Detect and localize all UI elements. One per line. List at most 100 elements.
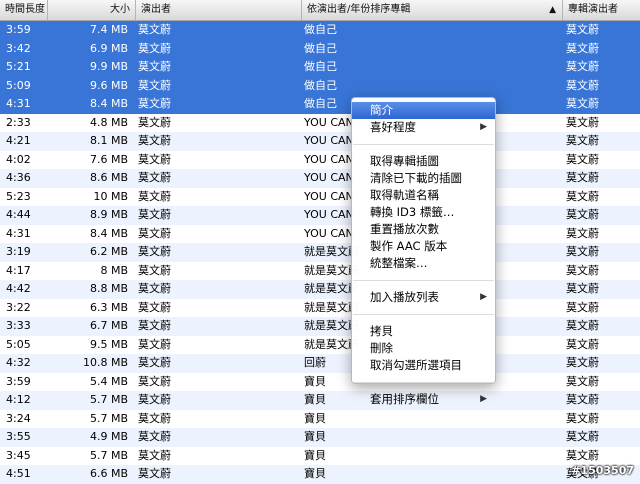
track-time: 4:51 xyxy=(6,467,31,480)
track-album: 做自己 xyxy=(304,41,337,55)
menu-item-label: 重置播放次數 xyxy=(370,222,439,236)
track-time: 4:31 xyxy=(6,226,31,240)
menu-item[interactable]: 取得專輯插圖 xyxy=(352,153,495,170)
column-header-size[interactable]: 大小 xyxy=(48,0,136,20)
track-album-artist: 莫文蔚 xyxy=(566,97,599,110)
menu-item-label: 取消勾選所選項目 xyxy=(370,358,462,372)
track-artist: 莫文蔚 xyxy=(138,134,171,147)
table-row[interactable]: 5:23 10 MB 莫文蔚 YOU CAN 莫文蔚 xyxy=(0,187,640,206)
table-row[interactable]: 4:36 8.6 MB 莫文蔚 YOU CAN 莫文蔚 xyxy=(0,169,640,188)
menu-item[interactable]: 取消勾選所選項目 xyxy=(352,357,495,374)
menu-item-label: 清除已下載的插圖 xyxy=(370,171,462,185)
track-artist: 莫文蔚 xyxy=(138,319,171,332)
track-size: 6.9 MB xyxy=(89,41,128,55)
menu-separator xyxy=(353,314,494,315)
column-header-album-artist[interactable]: 專輯演出者 xyxy=(563,0,640,20)
track-time: 3:45 xyxy=(6,448,31,462)
track-size: 7.4 MB xyxy=(89,23,128,36)
watermark: #1503507 xyxy=(571,464,634,477)
menu-item[interactable]: 製作 AAC 版本 xyxy=(352,238,495,255)
track-time: 5:09 xyxy=(6,78,31,92)
table-row[interactable]: 3:22 6.3 MB 莫文蔚 就是莫文蔚 莫文蔚 xyxy=(0,298,640,317)
table-row[interactable]: 3:55 4.9 MB 莫文蔚 寶貝 莫文蔚 xyxy=(0,428,640,447)
table-row[interactable]: 4:21 8.1 MB 莫文蔚 YOU CAN 莫文蔚 xyxy=(0,132,640,151)
table-row[interactable]: 3:33 6.7 MB 莫文蔚 就是莫文蔚 莫文蔚 xyxy=(0,317,640,336)
track-size: 5.7 MB xyxy=(89,448,128,462)
table-row[interactable]: 4:31 8.4 MB 莫文蔚 YOU CAN 莫文蔚 xyxy=(0,224,640,243)
track-size: 6.6 MB xyxy=(89,467,128,480)
table-row[interactable]: 3:59 7.4 MB 莫文蔚 做自己 莫文蔚 xyxy=(0,21,640,40)
menu-separator xyxy=(353,280,494,281)
menu-item[interactable]: 拷貝 xyxy=(352,323,495,340)
table-row[interactable]: 4:44 8.9 MB 莫文蔚 YOU CAN 莫文蔚 xyxy=(0,206,640,225)
column-header-time[interactable]: 時間長度 xyxy=(0,0,48,20)
table-row[interactable]: 4:17 8 MB 莫文蔚 就是莫文蔚 莫文蔚 xyxy=(0,261,640,280)
menu-item[interactable]: 重置播放次數 xyxy=(352,221,495,238)
menu-item-label: 取得專輯插圖 xyxy=(370,154,439,168)
column-header-bar: 時間長度 大小 演出者 依演出者/年份排序專輯 ▲ 專輯演出者 xyxy=(0,0,640,21)
table-row[interactable]: 4:02 7.6 MB 莫文蔚 YOU CAN 莫文蔚 xyxy=(0,150,640,169)
track-album-artist: 莫文蔚 xyxy=(566,319,599,332)
menu-item-label: 套用排序欄位 xyxy=(370,392,439,406)
table-row[interactable]: 3:42 6.9 MB 莫文蔚 做自己 莫文蔚 xyxy=(0,39,640,58)
track-artist: 莫文蔚 xyxy=(138,356,171,369)
table-row[interactable]: 4:12 5.7 MB 莫文蔚 寶貝 莫文蔚 xyxy=(0,391,640,410)
table-row[interactable]: 3:45 5.7 MB 莫文蔚 寶貝 莫文蔚 xyxy=(0,446,640,465)
track-time: 3:59 xyxy=(6,374,31,388)
submenu-arrow-icon: ▶ xyxy=(480,122,487,132)
track-artist: 莫文蔚 xyxy=(138,189,171,203)
track-time: 4:32 xyxy=(6,356,31,369)
track-album: 做自己 xyxy=(304,78,337,92)
table-row[interactable]: 4:51 6.6 MB 莫文蔚 寶貝 莫文蔚 xyxy=(0,465,640,484)
track-album-artist: 莫文蔚 xyxy=(566,263,599,277)
track-artist: 莫文蔚 xyxy=(138,60,171,73)
table-row[interactable]: 5:05 9.5 MB 莫文蔚 就是莫文蔚 莫文蔚 xyxy=(0,335,640,354)
table-row[interactable]: 2:33 4.8 MB 莫文蔚 YOU CAN 莫文蔚 xyxy=(0,113,640,132)
table-row[interactable]: 5:21 9.9 MB 莫文蔚 做自己 莫文蔚 xyxy=(0,58,640,77)
track-album-artist: 莫文蔚 xyxy=(566,23,599,36)
track-size: 4.8 MB xyxy=(89,115,128,129)
track-size: 8.9 MB xyxy=(89,208,128,221)
menu-item-label: 刪除 xyxy=(370,341,393,355)
column-header-artist[interactable]: 演出者 xyxy=(136,0,302,20)
track-list: 3:59 7.4 MB 莫文蔚 做自己 莫文蔚 3:42 6.9 MB 莫文蔚 做自己 莫文蔚 5:… xyxy=(0,21,640,484)
column-header-album-label: 依演出者/年份排序專輯 xyxy=(307,4,411,15)
table-row[interactable]: 4:32 10.8 MB 莫文蔚 回蔚 莫文蔚 xyxy=(0,354,640,373)
table-row[interactable]: 3:59 5.4 MB 莫文蔚 寶貝 莫文蔚 xyxy=(0,372,640,391)
menu-item[interactable]: 刪除 xyxy=(352,340,495,357)
track-artist: 莫文蔚 xyxy=(138,23,171,36)
menu-item[interactable]: 統整檔案… xyxy=(352,255,495,272)
track-time: 4:21 xyxy=(6,134,31,147)
menu-item[interactable]: 清除已下載的插圖 xyxy=(352,170,495,187)
track-album: 寶貝 xyxy=(304,467,326,480)
track-album: 做自己 xyxy=(304,60,337,73)
table-row[interactable]: 3:19 6.2 MB 莫文蔚 就是莫文蔚 莫文蔚 xyxy=(0,243,640,262)
table-row[interactable]: 4:42 8.8 MB 莫文蔚 就是莫文蔚 莫文蔚 xyxy=(0,280,640,299)
track-time: 4:02 xyxy=(6,152,31,166)
menu-item[interactable]: 套用排序欄位 ▶ xyxy=(352,391,495,408)
track-album: 寶貝 xyxy=(304,430,326,443)
table-row[interactable]: 5:09 9.6 MB 莫文蔚 做自己 莫文蔚 xyxy=(0,76,640,95)
track-size: 9.6 MB xyxy=(89,78,128,92)
track-album-artist: 莫文蔚 xyxy=(566,300,599,314)
table-row[interactable]: 4:31 8.4 MB 莫文蔚 做自己 莫文蔚 xyxy=(0,95,640,114)
track-artist: 莫文蔚 xyxy=(138,97,171,110)
menu-item[interactable]: 加入播放列表 ▶ xyxy=(352,289,495,306)
track-time: 3:24 xyxy=(6,411,31,425)
track-time: 2:33 xyxy=(6,115,31,129)
menu-item-label: 轉換 ID3 標籤… xyxy=(370,205,455,219)
menu-item[interactable]: 簡介 xyxy=(352,102,495,119)
track-size: 8.4 MB xyxy=(89,97,128,110)
table-row[interactable]: 3:24 5.7 MB 莫文蔚 寶貝 莫文蔚 xyxy=(0,409,640,428)
menu-item-label: 加入播放列表 xyxy=(370,290,439,304)
menu-item[interactable]: 喜好程度 ▶ xyxy=(352,119,495,136)
column-header-album[interactable]: 依演出者/年份排序專輯 ▲ xyxy=(302,0,563,20)
track-album-artist: 莫文蔚 xyxy=(566,337,599,351)
menu-item-label: 簡介 xyxy=(370,103,393,117)
track-size: 5.7 MB xyxy=(89,393,128,406)
submenu-arrow-icon: ▶ xyxy=(480,394,487,404)
menu-item[interactable]: 取得軌道名稱 xyxy=(352,187,495,204)
menu-item[interactable]: 轉換 ID3 標籤… xyxy=(352,204,495,221)
track-album-artist: 莫文蔚 xyxy=(566,189,599,203)
track-album-artist: 莫文蔚 xyxy=(566,226,599,240)
